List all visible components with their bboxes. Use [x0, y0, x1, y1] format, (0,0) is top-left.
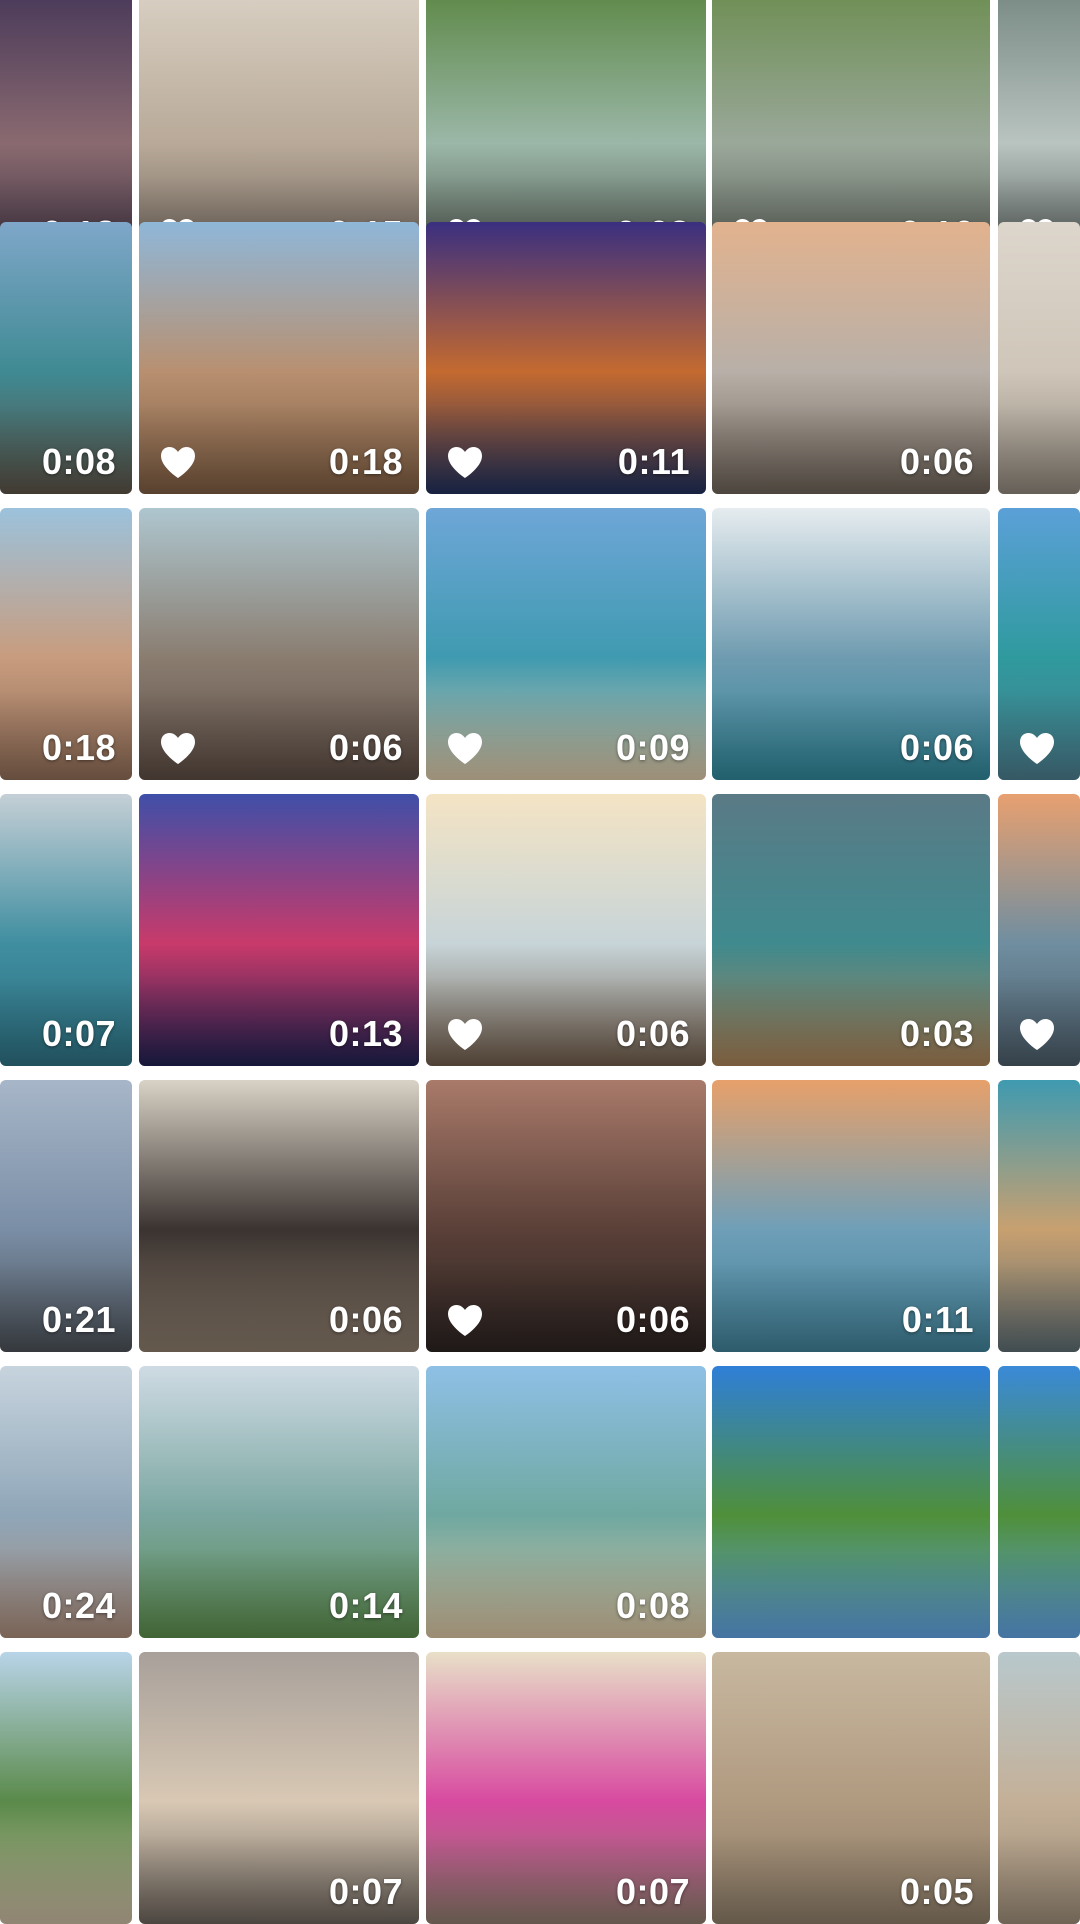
video-thumbnail[interactable]: 0:05	[712, 1652, 990, 1924]
video-thumbnail[interactable]: 0:11	[712, 1080, 990, 1352]
video-duration: 0:05	[899, 1871, 974, 1912]
video-thumbnail[interactable]	[712, 1366, 990, 1638]
video-duration: 0:06	[615, 1013, 690, 1054]
video-thumbnail[interactable]	[998, 1080, 1080, 1352]
thumbnail-shade	[712, 1548, 990, 1638]
video-thumbnail[interactable]	[998, 1366, 1080, 1638]
video-thumbnail[interactable]: 0:13	[139, 794, 419, 1066]
heart-icon	[161, 733, 195, 764]
thumbnail-shade	[998, 1548, 1080, 1638]
video-thumbnail[interactable]	[998, 1652, 1080, 1924]
video-thumbnail[interactable]	[998, 794, 1080, 1066]
heart-icon	[1020, 1019, 1054, 1050]
video-thumbnail[interactable]: 0:06	[426, 1080, 706, 1352]
video-duration: 0:06	[615, 1299, 690, 1340]
video-thumbnail[interactable]: 0:18	[0, 508, 132, 780]
video-duration: 0:07	[615, 1871, 690, 1912]
video-thumbnail[interactable]: 0:06	[426, 794, 706, 1066]
video-thumbnail[interactable]: 0:06	[712, 508, 990, 780]
thumbnail-shade	[998, 404, 1080, 494]
video-duration: 0:06	[899, 727, 974, 768]
video-duration: 0:09	[615, 727, 690, 768]
heart-icon	[448, 733, 482, 764]
video-thumbnail[interactable]: 0:11	[426, 222, 706, 494]
video-duration: 0:11	[617, 441, 690, 482]
heart-icon	[1020, 733, 1054, 764]
video-thumbnail[interactable]	[998, 508, 1080, 780]
video-duration: 0:21	[41, 1299, 116, 1340]
video-thumbnail[interactable]: 0:18	[139, 222, 419, 494]
video-duration: 0:18	[328, 441, 403, 482]
video-thumbnail[interactable]: 0:21	[0, 1080, 132, 1352]
video-duration: 0:03	[899, 1013, 974, 1054]
heart-icon	[448, 1305, 482, 1336]
video-duration: 0:11	[901, 1299, 974, 1340]
video-thumbnail[interactable]: 0:08	[426, 1366, 706, 1638]
video-duration: 0:07	[41, 1013, 116, 1054]
video-duration: 0:06	[328, 1299, 403, 1340]
video-thumbnail[interactable]: 0:08	[0, 222, 132, 494]
video-thumbnail[interactable]	[0, 1652, 132, 1924]
video-duration: 0:13	[328, 1013, 403, 1054]
video-grid: 0:180:150:020:160:080:180:110:060:180:06…	[0, 0, 1080, 1924]
thumbnail-shade	[0, 1834, 132, 1924]
heart-icon	[448, 1019, 482, 1050]
thumbnail-shade	[998, 1834, 1080, 1924]
video-thumbnail[interactable]: 0:03	[712, 794, 990, 1066]
video-duration: 0:08	[615, 1585, 690, 1626]
video-thumbnail[interactable]: 0:06	[712, 222, 990, 494]
heart-icon	[448, 447, 482, 478]
video-duration: 0:06	[899, 441, 974, 482]
video-thumbnail[interactable]: 0:07	[426, 1652, 706, 1924]
video-duration: 0:07	[328, 1871, 403, 1912]
video-thumbnail[interactable]: 0:06	[139, 508, 419, 780]
video-thumbnail[interactable]: 0:07	[0, 794, 132, 1066]
video-thumbnail[interactable]: 0:06	[139, 1080, 419, 1352]
video-duration: 0:06	[328, 727, 403, 768]
video-duration: 0:14	[328, 1585, 403, 1626]
video-thumbnail[interactable]: 0:09	[426, 508, 706, 780]
video-duration: 0:18	[41, 727, 116, 768]
video-thumbnail[interactable]	[998, 222, 1080, 494]
video-duration: 0:08	[41, 441, 116, 482]
video-thumbnail[interactable]: 0:24	[0, 1366, 132, 1638]
video-duration: 0:24	[41, 1585, 116, 1626]
thumbnail-shade	[998, 1262, 1080, 1352]
heart-icon	[161, 447, 195, 478]
video-thumbnail[interactable]: 0:14	[139, 1366, 419, 1638]
video-thumbnail[interactable]: 0:07	[139, 1652, 419, 1924]
